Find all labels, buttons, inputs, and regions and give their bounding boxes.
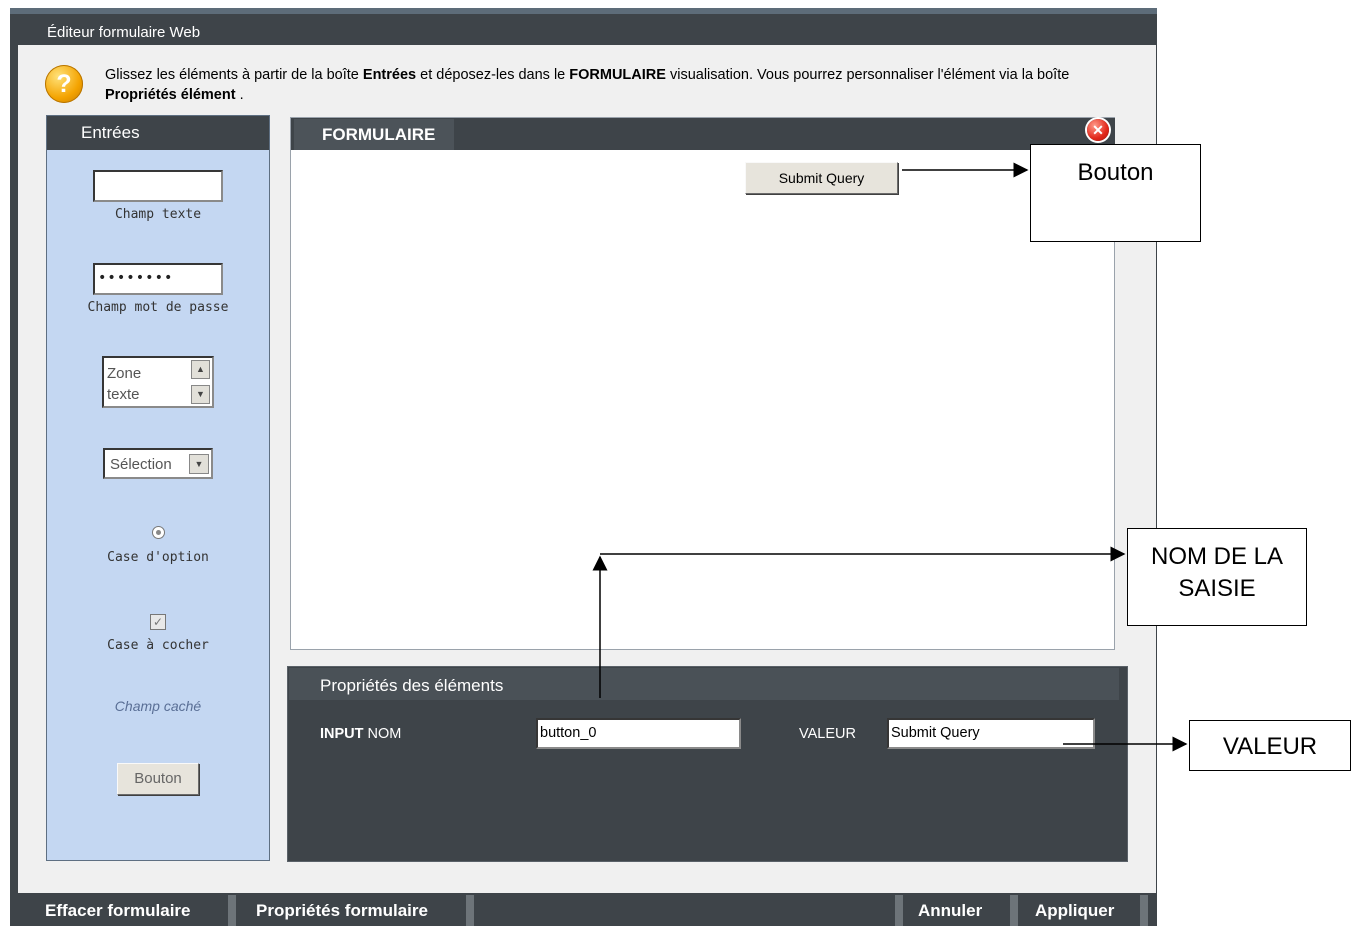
- annotation-arrows: [592, 162, 1188, 752]
